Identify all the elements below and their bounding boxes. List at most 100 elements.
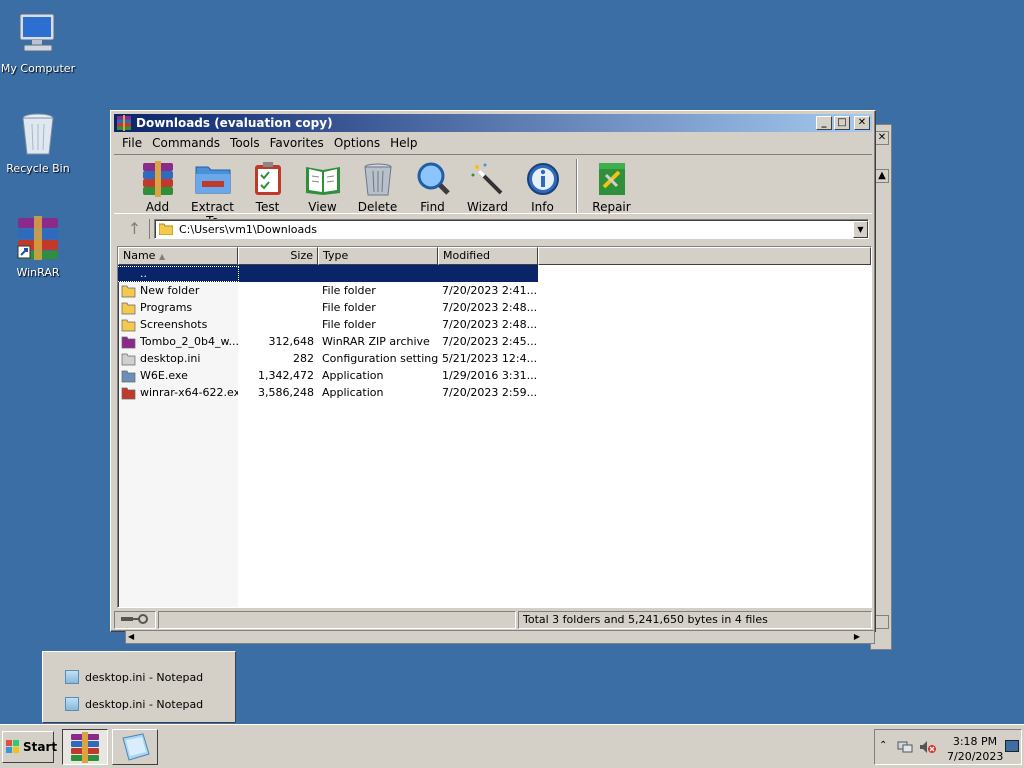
notepad-icon	[65, 670, 79, 684]
trash-icon	[359, 161, 397, 197]
wizard-button[interactable]: Wizard	[460, 161, 515, 214]
status-bar: Total 3 folders and 5,241,650 bytes in 4…	[114, 611, 872, 629]
clock[interactable]: 3:18 PM 7/20/2023	[947, 734, 1003, 764]
popup-item-notepad-2[interactable]: desktop.ini - Notepad	[65, 697, 203, 711]
file-row[interactable]: desktop.ini 282 Configuration settings 5/21…	[118, 350, 871, 367]
file-name-cell: desktop.ini	[118, 352, 238, 366]
file-list[interactable]: Name ▲ Size Type Modified .. New folder Fi…	[117, 246, 872, 608]
scroll-up-icon[interactable]: ▲	[875, 169, 889, 183]
minimize-button[interactable]: _	[816, 116, 832, 130]
file-row[interactable]: Tombo_2_0b4_w... 312,648 WinRAR ZIP archiv…	[118, 333, 871, 350]
column-modified[interactable]: Modified	[438, 247, 538, 265]
popup-item-label: desktop.ini - Notepad	[85, 670, 204, 684]
file-size-cell: 282	[293, 352, 314, 365]
file-name-cell: Screenshots	[118, 318, 238, 332]
show-desktop-icon[interactable]	[1005, 740, 1019, 752]
taskbar-notepad-group-button[interactable]	[112, 729, 158, 765]
settings-file-icon	[121, 352, 136, 366]
taskbar-group-popup: desktop.ini - Notepad desktop.ini - Note…	[42, 651, 236, 723]
rows-container: .. New folder File folder 7/20/2023 2:41...…	[118, 265, 871, 401]
volume-muted-icon[interactable]	[919, 740, 937, 754]
menu-commands[interactable]: Commands	[148, 136, 226, 150]
resize-grip-icon[interactable]	[875, 615, 889, 629]
winrar-window: Downloads (evaluation copy) _ □ ✕ File C…	[110, 110, 876, 632]
scroll-left-icon[interactable]: ◀	[128, 631, 134, 643]
file-name-cell: winrar-x64-622.exe	[118, 386, 238, 400]
wizard-label: Wizard	[467, 200, 508, 214]
system-tray: ⌃ 3:18 PM 7/20/2023	[874, 729, 1022, 765]
window-title: Downloads (evaluation copy)	[136, 116, 333, 130]
file-type-cell: File folder	[322, 284, 376, 297]
toolbar: Add Extract To Test	[114, 154, 872, 228]
folder-icon	[158, 223, 174, 236]
start-label: Start	[23, 740, 58, 754]
view-button[interactable]: View	[295, 161, 350, 214]
column-name[interactable]: Name ▲	[118, 247, 238, 265]
add-label: Add	[145, 200, 170, 214]
desktop-icon-recycle-bin[interactable]: Recycle Bin	[0, 110, 76, 175]
taskbar-winrar-button[interactable]	[62, 729, 108, 765]
menu-help[interactable]: Help	[386, 136, 423, 150]
popup-item-notepad-1[interactable]: desktop.ini - Notepad	[65, 670, 203, 684]
chevron-down-icon[interactable]: ▼	[853, 220, 868, 238]
file-row[interactable]: New folder File folder 7/20/2023 2:41...	[118, 282, 871, 299]
maximize-button[interactable]: □	[834, 116, 850, 130]
file-type-cell: File folder	[322, 318, 376, 331]
keys-icon	[114, 611, 156, 629]
path-combobox[interactable]: C:\Users\vm1\Downloads ▼	[154, 219, 869, 239]
file-row[interactable]: winrar-x64-622.exe 3,586,248 Application 7/…	[118, 384, 871, 401]
repair-button[interactable]: Repair	[584, 161, 639, 214]
file-name-cell: ..	[118, 265, 239, 282]
delete-button[interactable]: Delete	[350, 161, 405, 214]
column-type[interactable]: Type	[318, 247, 438, 265]
up-arrow-icon[interactable]: ↑	[120, 219, 150, 239]
desktop-icon-label: WinRAR	[16, 266, 60, 279]
column-header-row: Name ▲ Size Type Modified	[118, 247, 871, 265]
clock-time: 3:18 PM	[952, 735, 998, 748]
notepad-icon	[65, 697, 79, 711]
file-modified-cell: 1/29/2016 3:31...	[442, 369, 538, 382]
menu-file[interactable]: File	[118, 136, 148, 150]
desktop-icon-my-computer[interactable]: My Computer	[0, 10, 76, 75]
desktop-icon-winrar[interactable]: WinRAR	[0, 214, 76, 279]
folder-icon	[121, 301, 136, 315]
popup-item-label: desktop.ini - Notepad	[85, 697, 204, 711]
file-row[interactable]: ..	[118, 265, 538, 282]
view-label: View	[308, 200, 337, 214]
start-button[interactable]: Start	[2, 731, 58, 763]
test-button[interactable]: Test	[240, 161, 295, 214]
file-row[interactable]: Screenshots File folder 7/20/2023 2:48...	[118, 316, 871, 333]
desktop-icon-label: My Computer	[0, 62, 76, 75]
find-button[interactable]: Find	[405, 161, 460, 214]
info-button[interactable]: Info	[515, 161, 570, 214]
add-button[interactable]: Add	[130, 161, 185, 214]
menu-tools[interactable]: Tools	[226, 136, 266, 150]
winrar-icon	[14, 214, 62, 262]
test-label: Test	[255, 200, 280, 214]
file-size-cell: 312,648	[268, 335, 315, 348]
folder-icon	[121, 318, 136, 332]
folder-icon	[121, 284, 136, 298]
winrar-exe-icon	[121, 386, 136, 400]
close-button[interactable]: ✕	[854, 116, 870, 130]
close-icon[interactable]: ✕	[875, 131, 889, 145]
title-bar[interactable]: Downloads (evaluation copy) _ □ ✕	[114, 114, 872, 132]
horizontal-scrollbar[interactable]: ◀ ▶	[125, 630, 875, 644]
file-type-cell: File folder	[322, 301, 376, 314]
file-row[interactable]: Programs File folder 7/20/2023 2:48...	[118, 299, 871, 316]
exe-icon	[121, 369, 136, 383]
file-row[interactable]: W6E.exe 1,342,472 Application 1/29/2016 3:3…	[118, 367, 871, 384]
column-size[interactable]: Size	[238, 247, 318, 265]
file-modified-cell: 7/20/2023 2:59...	[442, 386, 538, 399]
menu-options[interactable]: Options	[330, 136, 386, 150]
file-size-cell: 1,342,472	[258, 369, 314, 382]
repair-label: Repair	[592, 200, 631, 214]
sort-asc-icon: ▲	[158, 252, 166, 261]
scroll-right-icon[interactable]: ▶	[854, 631, 860, 643]
show-hidden-icons-icon[interactable]: ⌃	[879, 740, 887, 751]
file-name-cell: W6E.exe	[118, 369, 238, 383]
menu-favorites[interactable]: Favorites	[266, 136, 330, 150]
info-label: Info	[531, 200, 554, 214]
network-icon[interactable]	[897, 740, 913, 754]
desktop-icon-label: Recycle Bin	[6, 162, 70, 175]
